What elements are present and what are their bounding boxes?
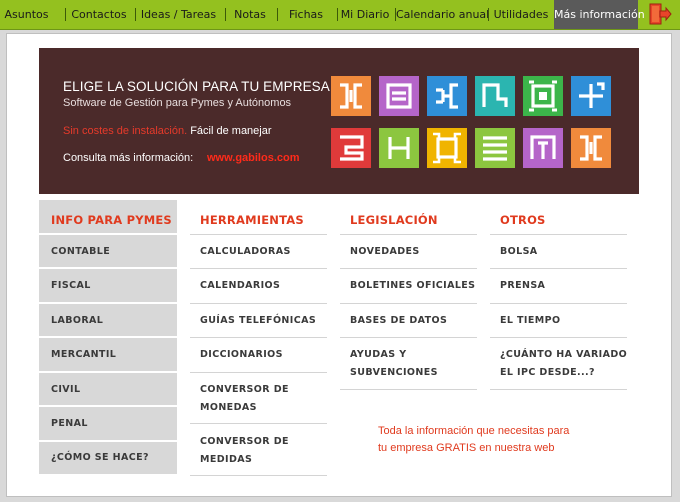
- top-nav-bar: Asuntos Contactos Ideas / Tareas Notas F…: [0, 0, 680, 30]
- law-item-line: SUBVENCIONES: [350, 367, 438, 378]
- col-info-title: INFO PARA PYMES: [51, 213, 172, 227]
- law-item-boletines-oficiales[interactable]: BOLETINES OFICIALES: [350, 277, 475, 295]
- divider: [340, 303, 477, 304]
- promo-banner[interactable]: ELIGE LA SOLUCIÓN PARA TU EMPRESA Softwa…: [39, 48, 639, 194]
- logo-tile-icon: [475, 128, 515, 168]
- other-item-line: EL IPC DESDE...?: [500, 367, 595, 378]
- exit-door-icon[interactable]: [648, 3, 672, 25]
- banner-consult-text: Consulta más información:: [63, 152, 194, 164]
- tools-item-calendarios[interactable]: CALENDARIOS: [200, 277, 280, 295]
- divider: [490, 268, 627, 269]
- note-line: tu empresa GRATIS en nuestra web: [378, 442, 555, 454]
- logo-tile-icon: [571, 76, 611, 116]
- other-item-line: ¿CUÁNTO HA VARIADO: [500, 349, 628, 360]
- nav-fichas[interactable]: Fichas: [278, 0, 334, 29]
- tools-item-calculadoras[interactable]: CALCULADORAS: [200, 243, 291, 261]
- banner-easy-text: Fácil de manejar: [190, 125, 272, 137]
- content-panel: ELIGE LA SOLUCIÓN PARA TU EMPRESA Softwa…: [6, 33, 672, 497]
- nav-mi-diario[interactable]: Mi Diario: [338, 0, 392, 29]
- divider: [39, 371, 177, 373]
- divider: [190, 337, 327, 338]
- divider: [490, 234, 627, 235]
- law-item-novedades[interactable]: NOVEDADES: [350, 243, 420, 261]
- divider: [190, 423, 327, 424]
- col-other-title: OTROS: [500, 213, 546, 227]
- other-item-el-tiempo[interactable]: EL TIEMPO: [500, 312, 560, 330]
- logo-tile-icon: [331, 76, 371, 116]
- nav-notas[interactable]: Notas: [226, 0, 274, 29]
- tools-item-line: CONVERSOR DE: [200, 384, 289, 395]
- tools-item-conversor-medidas[interactable]: CONVERSOR DE MEDIDAS: [200, 433, 289, 469]
- other-item-prensa[interactable]: PRENSA: [500, 277, 545, 295]
- divider: [190, 268, 327, 269]
- law-item-ayudas-subvenciones[interactable]: AYUDAS Y SUBVENCIONES: [350, 346, 438, 382]
- divider: [39, 440, 177, 442]
- tools-item-line: CONVERSOR DE: [200, 436, 289, 447]
- logo-tile-icon: [475, 76, 515, 116]
- nav-calendario-anual[interactable]: Calendario anual: [396, 0, 489, 29]
- info-item-laboral[interactable]: LABORAL: [51, 312, 103, 330]
- other-item-ipc[interactable]: ¿CUÁNTO HA VARIADO EL IPC DESDE...?: [500, 346, 627, 382]
- law-item-line: AYUDAS Y: [350, 349, 407, 360]
- col-law-title: LEGISLACIÓN: [350, 213, 438, 227]
- tools-item-conversor-monedas[interactable]: CONVERSOR DE MONEDAS: [200, 381, 289, 417]
- nav-mas-informacion[interactable]: Más información: [554, 0, 645, 29]
- divider: [190, 475, 327, 476]
- info-item-civil[interactable]: CIVIL: [51, 381, 80, 399]
- divider: [190, 303, 327, 304]
- logo-tile-icon: [523, 76, 563, 116]
- nav-ideas-tareas[interactable]: Ideas / Tareas: [136, 0, 221, 29]
- info-item-contable[interactable]: CONTABLE: [51, 243, 110, 261]
- divider: [340, 337, 477, 338]
- tools-item-line: MEDIDAS: [200, 454, 253, 465]
- logo-tile-icon: [379, 128, 419, 168]
- divider: [39, 267, 177, 269]
- divider: [340, 268, 477, 269]
- nav-asuntos[interactable]: Asuntos: [0, 0, 53, 29]
- logo-tile-icon: [571, 128, 611, 168]
- divider: [190, 372, 327, 373]
- banner-title: ELIGE LA SOLUCIÓN PARA TU EMPRESA: [63, 79, 330, 94]
- tools-item-line: MONEDAS: [200, 402, 257, 413]
- info-item-como-se-hace[interactable]: ¿CÓMO SE HACE?: [51, 449, 149, 467]
- divider: [39, 233, 177, 235]
- divider: [490, 389, 627, 390]
- logo-tile-icon: [379, 76, 419, 116]
- divider: [490, 337, 627, 338]
- divider: [340, 234, 477, 235]
- divider: [39, 336, 177, 338]
- info-item-mercantil[interactable]: MERCANTIL: [51, 346, 116, 364]
- tools-item-guias-telefonicas[interactable]: GUÍAS TELEFÓNICAS: [200, 312, 316, 330]
- col-tools-title: HERRAMIENTAS: [200, 213, 304, 227]
- divider: [39, 302, 177, 304]
- nav-contactos[interactable]: Contactos: [66, 0, 132, 29]
- free-info-note: Toda la información que necesitas para t…: [378, 423, 569, 457]
- logo-tile-icon: [427, 76, 467, 116]
- info-item-fiscal[interactable]: FISCAL: [51, 277, 91, 295]
- note-line: Toda la información que necesitas para: [378, 425, 570, 437]
- divider: [490, 303, 627, 304]
- banner-features: Sin costes de instalación. Fácil de mane…: [63, 125, 272, 137]
- banner-url-link[interactable]: www.gabilos.com: [207, 152, 300, 164]
- logo-tile-icon: [523, 128, 563, 168]
- banner-subtitle: Software de Gestión para Pymes y Autónom…: [63, 97, 292, 109]
- divider: [190, 234, 327, 235]
- other-item-bolsa[interactable]: BOLSA: [500, 243, 538, 261]
- banner-no-cost-text: Sin costes de instalación.: [63, 125, 188, 137]
- nav-utilidades[interactable]: Utilidades: [489, 0, 553, 29]
- tools-item-diccionarios[interactable]: DICCIONARIOS: [200, 346, 283, 364]
- law-item-bases-de-datos[interactable]: BASES DE DATOS: [350, 312, 447, 330]
- logo-tile-icon: [427, 128, 467, 168]
- logo-tile-icon: [331, 128, 371, 168]
- info-item-penal[interactable]: PENAL: [51, 415, 88, 433]
- divider: [39, 405, 177, 407]
- divider: [340, 389, 477, 390]
